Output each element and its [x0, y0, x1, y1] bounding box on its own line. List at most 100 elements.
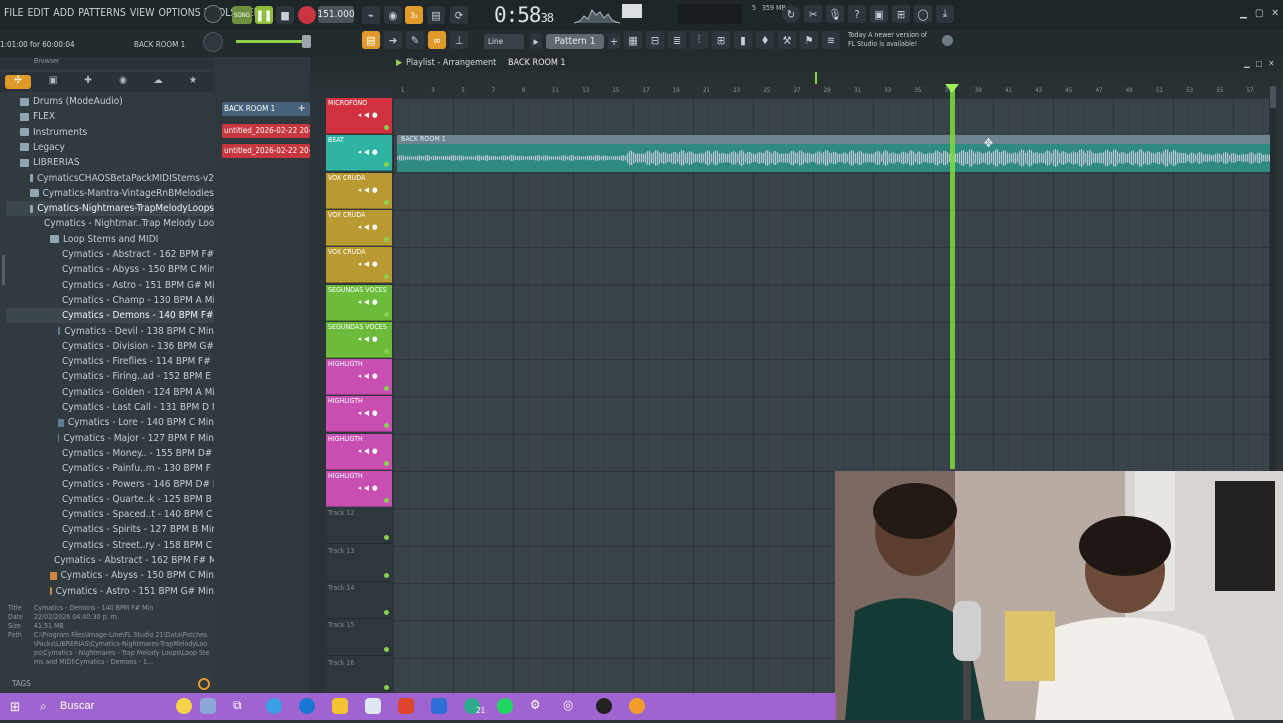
playhead-marker-icon[interactable]: [945, 84, 959, 93]
record-button[interactable]: ●: [298, 6, 316, 24]
track-header[interactable]: VOX CRUDA ◂◀●: [326, 172, 392, 209]
track-name[interactable]: HIGHLIGTH: [328, 397, 363, 405]
track-name[interactable]: Track 12: [328, 509, 354, 517]
tags-label[interactable]: TAGS: [12, 679, 31, 688]
master-volume-handle[interactable]: [302, 35, 311, 48]
search-icon[interactable]: [198, 678, 210, 690]
track-header[interactable]: Track 16: [326, 658, 392, 694]
track-controls-icon[interactable]: ◂◀●: [358, 111, 381, 119]
track-enable-led[interactable]: [384, 199, 389, 205]
song-mode-button[interactable]: SONG: [232, 6, 252, 24]
pattern-song-toggle-icon[interactable]: [204, 5, 222, 23]
news-globe-icon[interactable]: [942, 35, 953, 46]
browser-tree-item[interactable]: Cymatics - Street..ry - 158 BPM C Min: [6, 538, 214, 553]
track-controls-icon[interactable]: ◂◀●: [358, 148, 381, 156]
loop-record-icon[interactable]: ⟳: [450, 6, 468, 24]
browser-tree-item[interactable]: Cymatics - Abyss - 150 BPM C Min: [6, 262, 214, 277]
track-enable-led[interactable]: [384, 498, 389, 503]
track-header[interactable]: VOX CRUDA ◂◀●: [326, 247, 392, 284]
playhead[interactable]: [950, 87, 955, 469]
track-name[interactable]: VOX CRUDA: [328, 248, 365, 256]
browser-tree-item[interactable]: Cymatics - Last Call - 131 BPM D Min: [6, 400, 214, 415]
menu-item[interactable]: VIEW: [130, 7, 155, 19]
track-enable-led[interactable]: [384, 572, 389, 578]
track-controls-icon[interactable]: ◂◀●: [358, 335, 381, 343]
track-controls-icon[interactable]: ◂◀●: [358, 447, 381, 455]
widgets-icon[interactable]: [176, 698, 192, 714]
track-controls-icon[interactable]: ◂◀●: [358, 260, 381, 268]
playlist-scroll-thumb[interactable]: [1270, 86, 1276, 108]
stamp-icon[interactable]: ⊥: [450, 31, 468, 49]
browser-tree-item[interactable]: Instruments: [6, 125, 214, 140]
track-name[interactable]: BEAT: [328, 136, 344, 144]
menu-item[interactable]: ADD: [53, 7, 74, 19]
pattern-arrow-icon[interactable]: ▸: [530, 33, 542, 49]
microphone-icon[interactable]: 🎙: [826, 5, 844, 23]
song-position-marker[interactable]: [815, 72, 817, 84]
playlist-toolbar-icon[interactable]: ▤: [362, 31, 380, 49]
track-header[interactable]: HIGHLIGTH ◂◀●: [326, 471, 392, 507]
taskbar-search[interactable]: Buscar: [60, 700, 94, 712]
browser-tree-item[interactable]: Cymatics - Devil - 138 BPM C Min: [6, 324, 214, 339]
picker-add-icon[interactable]: +: [298, 103, 306, 114]
arrow-right-icon[interactable]: ➔: [384, 31, 402, 49]
track-enable-led[interactable]: [384, 162, 389, 168]
picker-item[interactable]: BACK ROOM 1: [222, 102, 310, 116]
plugin-picker-icon[interactable]: ⊞: [892, 5, 910, 23]
track-header[interactable]: VOX CRUDA ◂◀●: [326, 209, 392, 246]
news-panel[interactable]: Today A newer version of FL Studio is ava…: [848, 31, 927, 49]
channel-rack-icon[interactable]: ▦: [624, 31, 642, 49]
browser-tree-item[interactable]: Cymatics-Mantra-VintageRnBMelodies: [6, 186, 214, 201]
download-icon[interactable]: ⤓: [936, 5, 954, 23]
track-name[interactable]: VOX CRUDA: [328, 174, 365, 182]
playlist-breadcrumb[interactable]: BACK ROOM 1: [508, 58, 566, 68]
add-pattern-icon[interactable]: +: [608, 33, 620, 49]
menu-item[interactable]: FILE: [4, 7, 23, 19]
track-name[interactable]: HIGHLIGTH: [328, 360, 363, 368]
store-icon[interactable]: [365, 698, 381, 714]
track-header[interactable]: MICROFONO ◂◀●: [326, 98, 392, 134]
track-name[interactable]: Track 13: [328, 547, 354, 555]
browser-tree-item[interactable]: Cymatics - Painfu..m - 130 BPM F Min: [6, 461, 214, 476]
track-enable-led[interactable]: [384, 311, 389, 317]
stock-icon[interactable]: ⚑: [800, 31, 818, 49]
bar-ruler[interactable]: 1 3 5 7 9 11 13 15 17 19 21 23 25 27 29 31 33 35 37 39 41 43 4…: [393, 86, 1273, 98]
all-tab-icon[interactable]: ✣: [5, 75, 31, 89]
browser-tree-item[interactable]: Cymatics - Astro - 151 BPM G# Min: [6, 584, 214, 599]
browser-tree-item[interactable]: Cymatics - Firing..ad - 152 BPM E Min: [6, 369, 214, 384]
track-header[interactable]: Track 12: [326, 508, 392, 545]
track-controls-icon[interactable]: ◂◀●: [358, 298, 381, 306]
plugin-icon[interactable]: ▮: [734, 31, 752, 49]
track-enable-led[interactable]: [384, 236, 389, 242]
track-name[interactable]: VOX CRUDA: [328, 211, 365, 219]
picker-item[interactable]: untitled_2026-02-22 20-: [222, 124, 310, 138]
browser-tree-item[interactable]: Loop Stems and MIDI: [6, 232, 214, 247]
track-name[interactable]: SEGUNDAS VOCES: [328, 286, 387, 294]
browser-tree-item[interactable]: Cymatics - Abstract - 162 BPM F# Min: [6, 247, 214, 262]
track-header[interactable]: Track 13: [326, 546, 392, 582]
play-arrow-icon[interactable]: ▶: [396, 58, 402, 68]
browser-tree-item[interactable]: Cymatics - Golden - 124 BPM A Min: [6, 385, 214, 400]
track-enable-led[interactable]: [384, 535, 389, 541]
save-icon[interactable]: ▣: [870, 5, 888, 23]
track-header[interactable]: HIGHLIGTH ◂◀●: [326, 433, 392, 470]
track-name[interactable]: Track 15: [328, 621, 354, 629]
track-header[interactable]: Track 15: [326, 620, 392, 657]
pattern-selector[interactable]: Pattern 1: [546, 34, 604, 49]
track-name[interactable]: HIGHLIGTH: [328, 472, 363, 480]
stop-button[interactable]: ■: [276, 6, 294, 24]
track-header[interactable]: Track 14: [326, 583, 392, 619]
browser-app-icon[interactable]: [299, 698, 315, 714]
track-header[interactable]: BEAT ◂◀●: [326, 135, 392, 172]
track-name[interactable]: Track 16: [328, 659, 354, 667]
pencil-icon[interactable]: ✎: [406, 31, 424, 49]
menu-item[interactable]: EDIT: [27, 7, 49, 19]
track-header[interactable]: HIGHLIGTH ◂◀●: [326, 396, 392, 433]
tools-icon[interactable]: ⚒: [778, 31, 796, 49]
mixer-icon[interactable]: ⫶: [690, 31, 708, 49]
track-enable-led[interactable]: [384, 684, 389, 690]
browser-tree-item[interactable]: Cymatics - Powers - 146 BPM D# Min: [6, 477, 214, 492]
track-enable-led[interactable]: [384, 460, 389, 466]
cut-icon[interactable]: ✂: [804, 5, 822, 23]
search-icon[interactable]: ⌕: [40, 699, 47, 714]
